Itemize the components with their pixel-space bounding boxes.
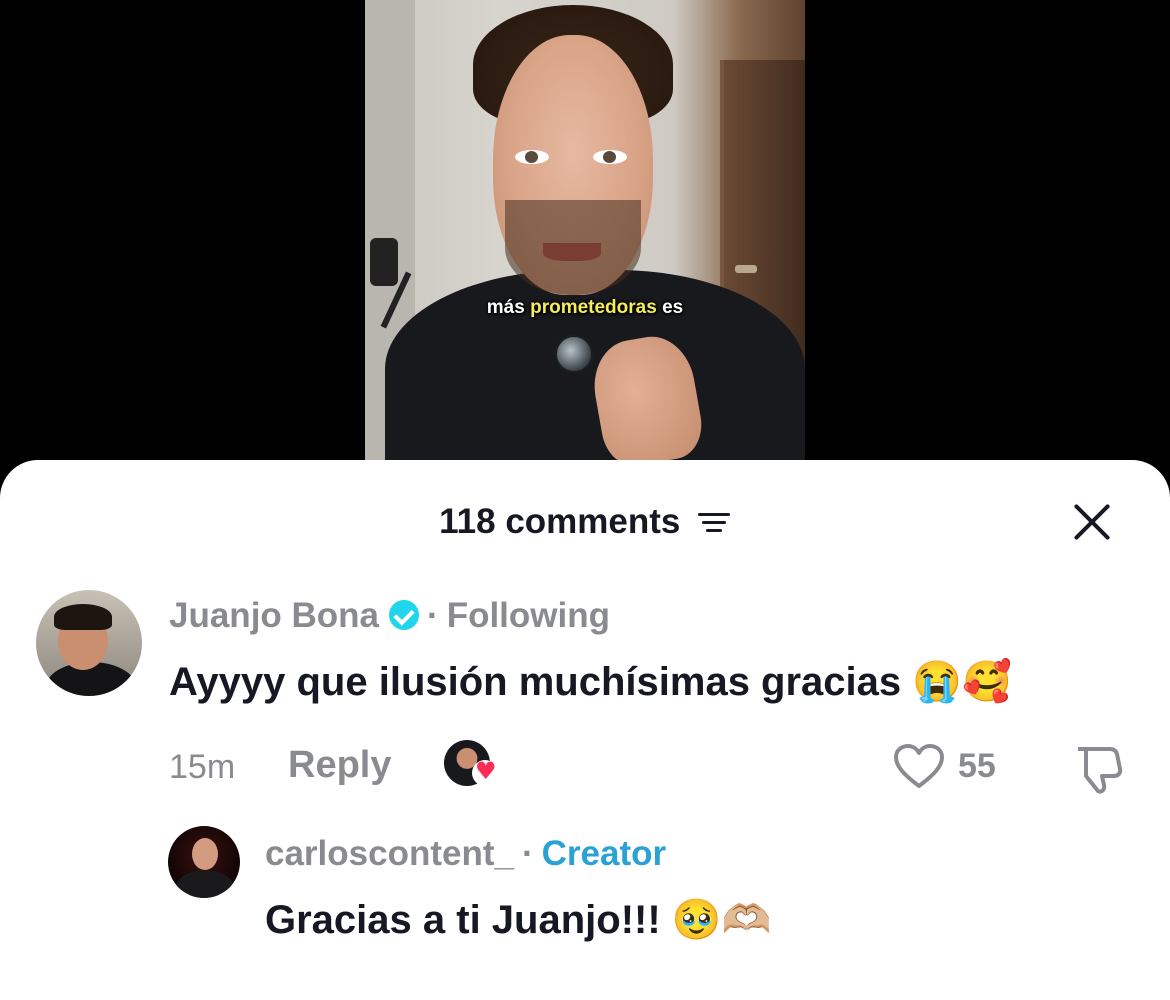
caption-prefix: más xyxy=(486,297,525,318)
comments-count: 118 comments xyxy=(439,502,681,541)
avatar[interactable] xyxy=(168,826,240,898)
liked-by-creator-badge xyxy=(444,740,498,788)
comment-text: Ayyyy que ilusión muchísimas gracias 😭🥰 xyxy=(169,660,1012,704)
separator: · xyxy=(521,834,534,873)
dislike-icon[interactable] xyxy=(1072,745,1124,795)
close-icon[interactable] xyxy=(1072,502,1112,542)
comments-header: 118 comments xyxy=(0,502,1170,546)
caption-suffix: es xyxy=(662,297,684,318)
creator-badge: Creator xyxy=(541,834,667,873)
following-label: Following xyxy=(446,596,610,635)
video-door-handle xyxy=(735,265,757,273)
comment-username: Juanjo Bona · Following xyxy=(169,596,610,636)
like-count: 55 xyxy=(958,747,996,785)
video-caption: más prometedoras es xyxy=(365,297,805,319)
comments-sheet: 118 comments Juanjo Bona · Following Ayyyy… xyxy=(0,460,1170,1000)
caption-highlight: prometedoras xyxy=(530,297,657,318)
heart-outline-icon[interactable] xyxy=(893,743,945,789)
verified-icon xyxy=(389,600,420,630)
video-person-mouth xyxy=(543,243,601,261)
video-coin xyxy=(555,335,593,373)
comment-time: 15m xyxy=(169,748,236,786)
separator: · xyxy=(427,596,439,635)
video-person-eye-left xyxy=(515,150,549,164)
reply-button[interactable]: Reply xyxy=(288,744,391,787)
reply-username: carloscontent_ · Creator xyxy=(265,834,666,874)
reply-text: Gracias a ti Juanjo!!! 🥹🫶🏼 xyxy=(265,898,772,942)
username-text[interactable]: carloscontent_ xyxy=(265,834,514,873)
video-person-eye-right xyxy=(593,150,627,164)
video-player[interactable]: más prometedoras es xyxy=(365,0,805,470)
username-text[interactable]: Juanjo Bona xyxy=(169,596,379,635)
filter-icon[interactable] xyxy=(697,509,731,535)
heart-icon xyxy=(472,757,498,786)
video-microphone xyxy=(370,238,398,286)
avatar[interactable] xyxy=(36,590,142,696)
